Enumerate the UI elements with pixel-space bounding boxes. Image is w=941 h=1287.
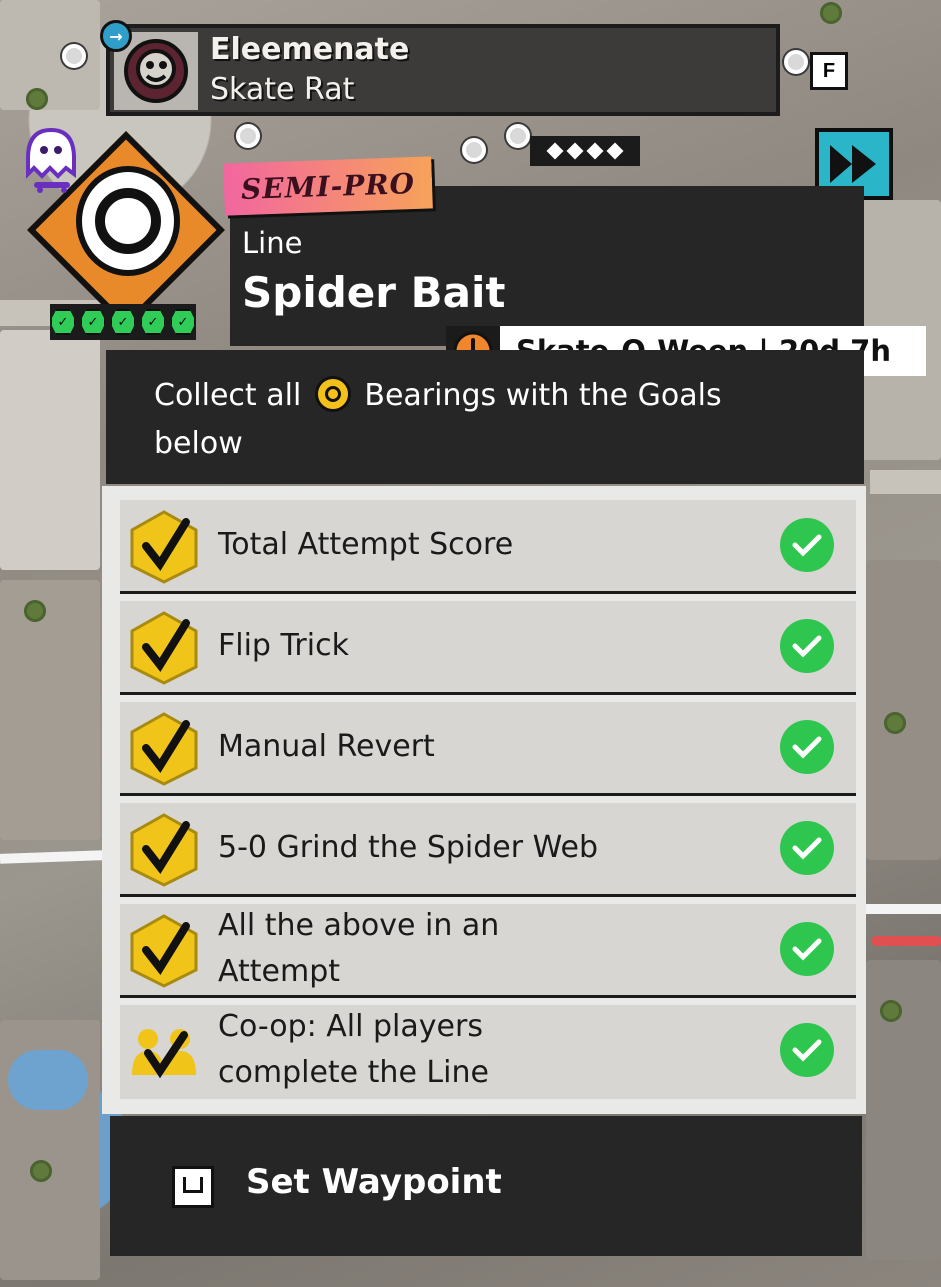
progress-pips: ✓ ✓ ✓ ✓ ✓ xyxy=(50,304,196,340)
goal-label: 5-0 Grind the Spider Web xyxy=(218,830,599,865)
goal-row: 5-0 Grind the Spider Web xyxy=(120,803,856,897)
bearing-icon xyxy=(314,376,351,412)
goal-row: Co-op: All players complete the Line xyxy=(120,1005,856,1099)
player-rank: Skate Rat xyxy=(210,72,355,107)
objective-prefix: Collect all xyxy=(154,378,302,413)
goal-label: All the above in an Attempt xyxy=(218,908,500,989)
check-badge-icon xyxy=(130,712,198,786)
set-waypoint-button[interactable]: Set Waypoint xyxy=(110,1116,862,1256)
tier-tag: SEMI-PRO xyxy=(223,156,433,216)
check-badge-icon xyxy=(130,813,198,887)
goal-complete-icon xyxy=(780,821,834,875)
player-name: Eleemenate xyxy=(210,32,410,67)
goal-row: Manual Revert xyxy=(120,702,856,796)
coop-check-badge-icon xyxy=(132,1029,196,1079)
player-banner[interactable]: Eleemenate Skate Rat xyxy=(106,24,780,116)
progress-pip-icon: ✓ xyxy=(110,309,136,335)
tier-label: SEMI-PRO xyxy=(240,166,416,206)
bearing-emblem-icon xyxy=(76,166,180,276)
profile-keybind[interactable]: F xyxy=(810,52,848,90)
avatar-face-icon xyxy=(124,39,188,103)
goal-label: Manual Revert xyxy=(218,729,435,764)
goal-complete-icon xyxy=(780,619,834,673)
goal-label: Total Attempt Score xyxy=(218,527,514,562)
progress-pip-icon: ✓ xyxy=(50,309,76,335)
objective-text: Collect all Bearings with the Goals belo… xyxy=(154,372,814,468)
waypoint-label: Set Waypoint xyxy=(246,1162,502,1202)
check-badge-icon xyxy=(130,914,198,988)
challenge-name: Spider Bait xyxy=(242,268,506,317)
challenge-type: Line xyxy=(242,226,303,260)
goal-row: Total Attempt Score xyxy=(120,500,856,594)
space-key-icon xyxy=(172,1166,214,1208)
progress-pip-icon: ✓ xyxy=(140,309,166,335)
objective-card: Collect all Bearings with the Goals belo… xyxy=(106,350,864,484)
crossplay-link-icon: → xyxy=(100,20,132,52)
goal-row: Flip Trick xyxy=(120,601,856,695)
progress-pip-icon: ✓ xyxy=(170,309,196,335)
goal-label: Co-op: All players complete the Line xyxy=(218,1009,489,1090)
level-dots-badge xyxy=(530,136,640,166)
goal-label: Flip Trick xyxy=(218,628,349,663)
check-badge-icon xyxy=(130,510,198,584)
goals-list: Total Attempt Score Flip Trick Manual Re… xyxy=(102,486,866,1114)
goal-complete-icon xyxy=(780,518,834,572)
check-badge-icon xyxy=(130,611,198,685)
goal-complete-icon xyxy=(780,922,834,976)
fast-forward-icon xyxy=(830,145,876,183)
goal-row: All the above in an Attempt xyxy=(120,904,856,998)
ghost-skater-icon xyxy=(26,127,76,193)
goal-complete-icon xyxy=(780,720,834,774)
progress-pip-icon: ✓ xyxy=(80,309,106,335)
goal-complete-icon xyxy=(780,1023,834,1077)
